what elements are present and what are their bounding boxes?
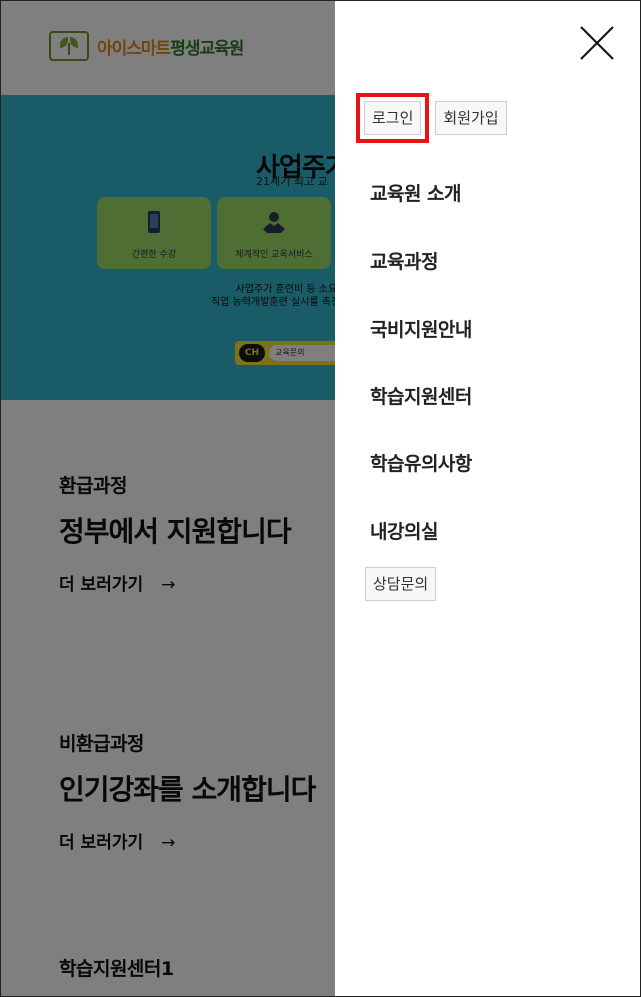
menu-item-learning-support[interactable]: 학습지원센터 [370, 382, 472, 409]
menu-item-national-support[interactable]: 국비지원안내 [370, 315, 472, 342]
menu-item-learning-notice[interactable]: 학습유의사항 [370, 449, 472, 476]
close-button[interactable] [579, 25, 615, 61]
auth-buttons: 로그인 회원가입 [356, 93, 507, 143]
close-icon [580, 26, 614, 60]
side-drawer-menu: 로그인 회원가입 교육원 소개 교육과정 국비지원안내 학습지원센터 학습유의사… [335, 1, 640, 996]
menu-item-my-classroom[interactable]: 내강의실 [370, 517, 438, 544]
menu-item-courses[interactable]: 교육과정 [370, 247, 438, 274]
login-highlight-box: 로그인 [356, 93, 430, 143]
signup-button[interactable]: 회원가입 [435, 101, 507, 135]
login-button[interactable]: 로그인 [364, 101, 422, 135]
menu-item-intro[interactable]: 교육원 소개 [370, 179, 462, 206]
app-frame: 아이스마트평생교육원 사업주가 21세기 최고 교 간편한 수강 체계적인 교육… [0, 0, 641, 997]
consult-button[interactable]: 상담문의 [365, 567, 437, 601]
